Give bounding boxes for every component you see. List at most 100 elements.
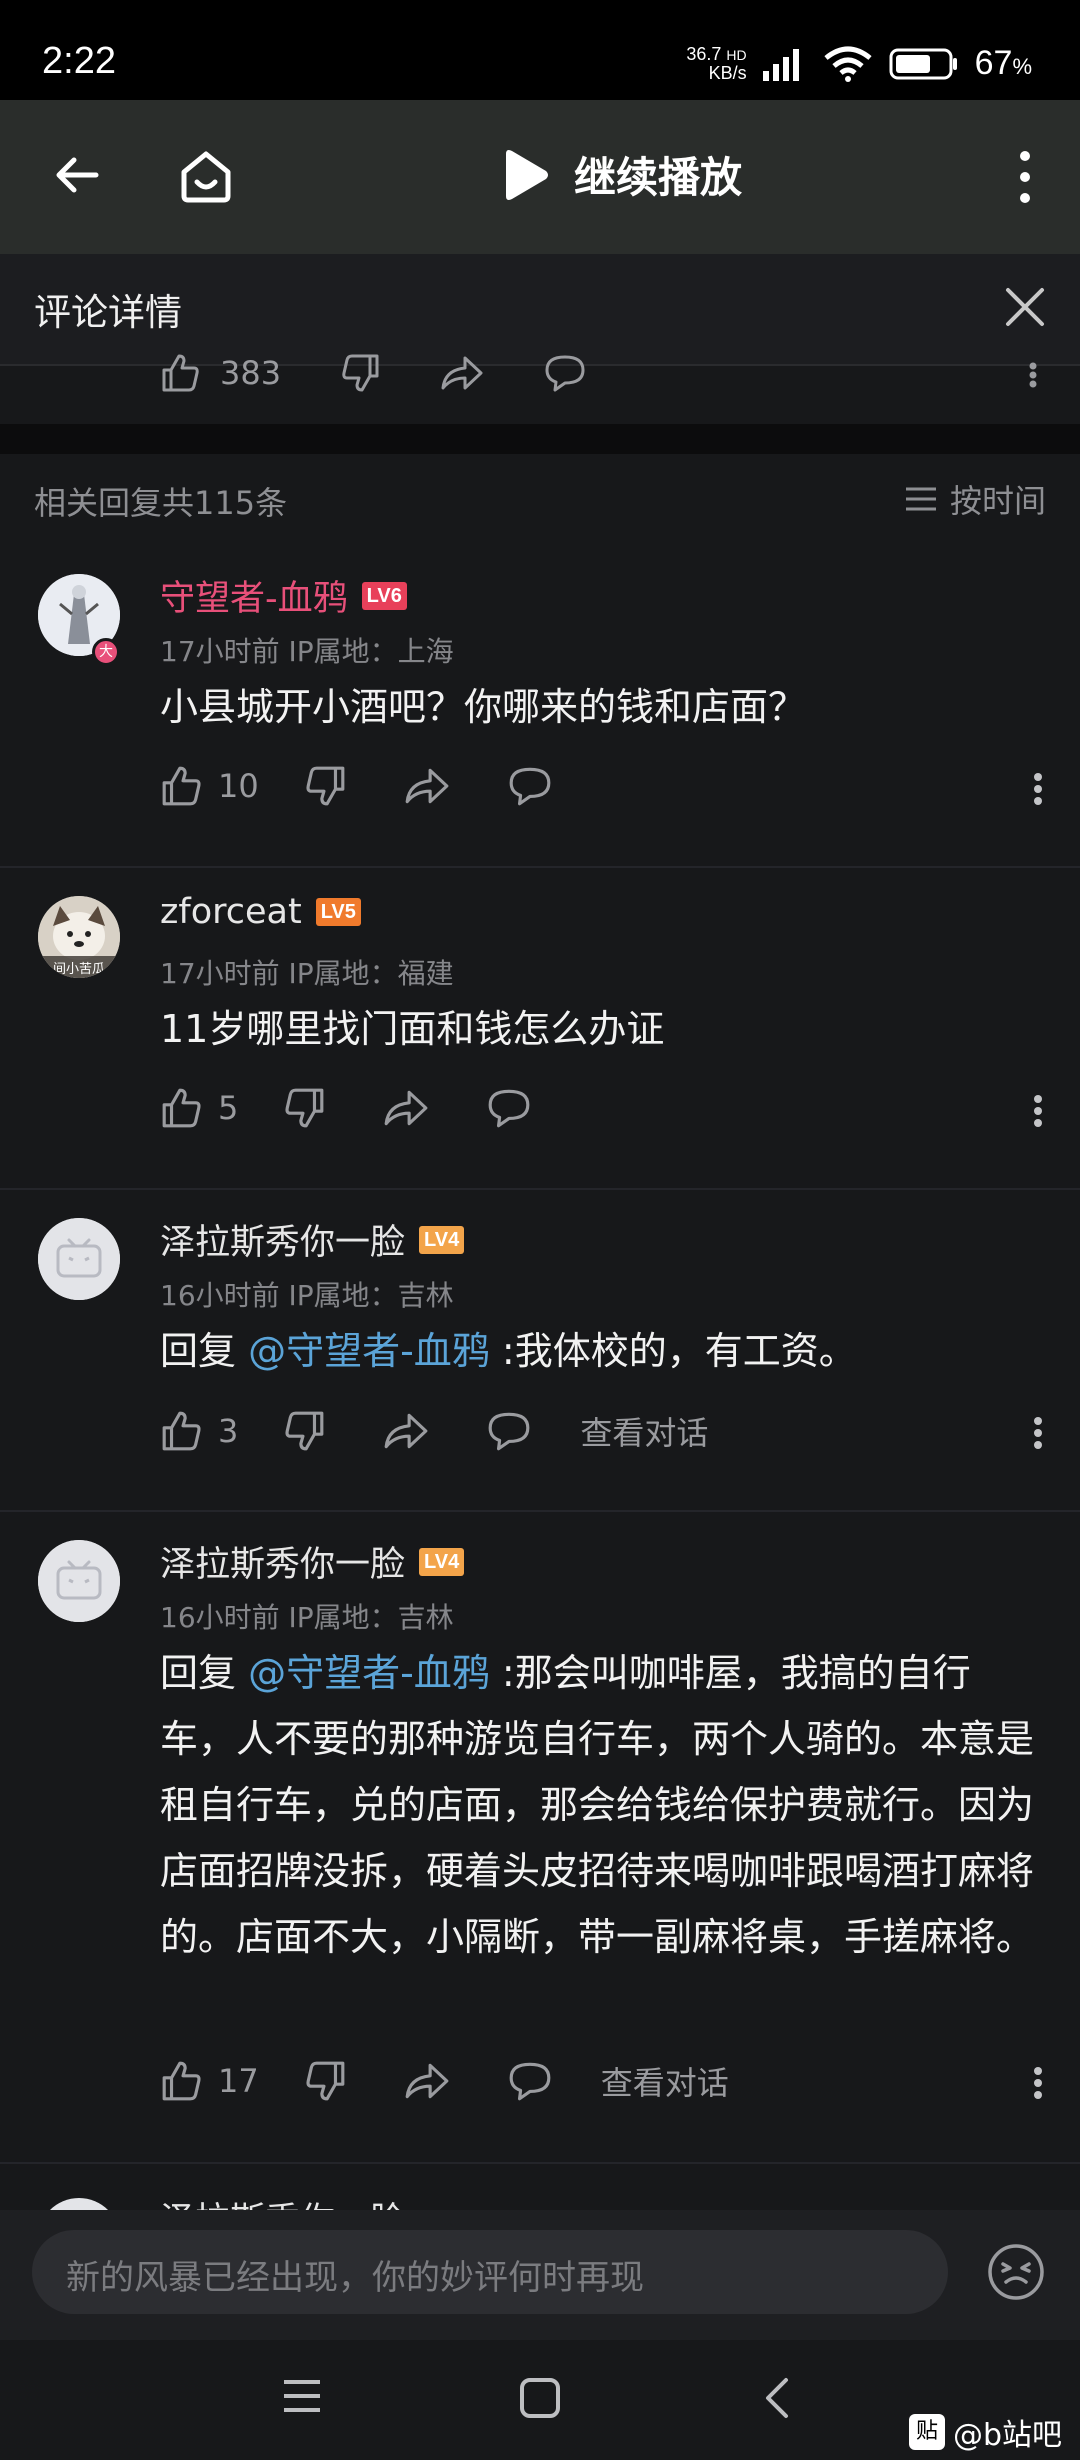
like-button[interactable]: 10	[160, 764, 259, 808]
comment-meta: 17小时前 IP属地：福建	[160, 957, 454, 990]
like-icon	[162, 2061, 201, 2101]
reply-body-rest: 车，人不要的那种游览自行车，两个人骑的。本意是租自行车，兑的店面，那会给钱给保护…	[160, 1717, 1035, 1959]
avatar[interactable]	[38, 1218, 120, 1300]
view-dialog-link[interactable]: 查看对话	[601, 2058, 729, 2104]
sort-by-time-button[interactable]: 按时间	[904, 476, 1046, 522]
back-arrow-icon[interactable]	[52, 150, 102, 200]
username[interactable]: 泽拉斯秀你一脸	[160, 1214, 405, 1265]
close-icon[interactable]	[1000, 282, 1050, 332]
comment-actions: 17 查看对话	[160, 2058, 729, 2104]
username[interactable]: zforceat	[160, 892, 302, 932]
dislike-icon[interactable]	[303, 764, 347, 808]
comment-text: 小县城开小酒吧？你哪来的钱和店面？	[160, 685, 807, 729]
comment-actions: 10	[160, 764, 553, 808]
more-icon[interactable]	[1032, 2066, 1044, 2100]
reply-icon[interactable]	[543, 353, 587, 393]
back-chevron-icon[interactable]	[762, 2376, 792, 2420]
like-count: 383	[220, 354, 282, 392]
default-avatar-tv-icon	[38, 1218, 120, 1300]
username[interactable]: 守望者-血鸦	[160, 570, 348, 621]
share-icon[interactable]	[439, 352, 485, 394]
section-divider	[0, 424, 1080, 454]
dislike-icon[interactable]	[339, 352, 381, 394]
home-icon[interactable]	[176, 146, 236, 206]
comment-meta: 16小时前 IP属地：吉林	[160, 1601, 454, 1634]
share-icon[interactable]	[382, 1409, 430, 1453]
mention-link[interactable]: @守望者-血鸦	[248, 1651, 490, 1695]
system-nav-bar: 贴 @b站吧	[0, 2340, 1080, 2460]
net-speed-unit: KB/s	[708, 63, 747, 83]
comment-input[interactable]: 新的风暴已经出现，你的妙评何时再现	[32, 2230, 948, 2314]
like-count: 5	[218, 1089, 239, 1127]
comment-item: 间小苦瓜 zforceat LV5 17小时前 IP属地：福建 11岁哪里找门面…	[0, 868, 1080, 1190]
level-badge: LV5	[315, 898, 361, 926]
comment-username-row: 泽拉斯秀你一脸 LV4	[160, 1214, 465, 1265]
more-icon[interactable]	[1028, 362, 1038, 388]
home-square-icon[interactable]	[518, 2376, 562, 2420]
comment-text: 回复 @守望者-血鸦 :我体校的，有工资。	[160, 1318, 1040, 1384]
comment-username-row: zforceat LV5	[160, 892, 361, 932]
level-badge: LV6	[361, 581, 407, 610]
share-icon[interactable]	[403, 764, 451, 808]
root-comment-actions: 383	[0, 354, 1080, 424]
wifi-icon	[824, 46, 872, 82]
comment-meta: 16小时前 IP属地：吉林	[160, 1279, 454, 1312]
mention-link[interactable]: @守望者-血鸦	[248, 1329, 490, 1373]
avatar[interactable]: 间小苦瓜	[38, 896, 120, 978]
tieba-logo: 贴	[908, 2414, 945, 2450]
battery-level: 67%	[975, 44, 1032, 83]
like-button[interactable]: 17	[160, 2059, 259, 2103]
reply-icon[interactable]	[507, 2060, 553, 2102]
sheet-header: 评论详情	[0, 254, 1080, 364]
like-button[interactable]: 5	[160, 1086, 238, 1130]
comment-username-row: 泽拉斯秀你一脸 LV4	[160, 1536, 465, 1587]
like-count: 17	[218, 2062, 259, 2100]
battery-unit: %	[1012, 54, 1032, 79]
like-icon	[162, 1411, 201, 1451]
status-indicators: 36.7 HD KB/s 67%	[686, 44, 1032, 83]
like-icon[interactable]	[160, 352, 202, 394]
dislike-icon[interactable]	[303, 2059, 347, 2103]
comment-detail-sheet: 评论详情 383 相关回复共115条 按时间 大 守望者-血鸦 LV6 17小时…	[0, 254, 1080, 2460]
more-icon[interactable]	[1032, 1416, 1044, 1450]
comment-item: 大 守望者-血鸦 LV6 17小时前 IP属地：上海 小县城开小酒吧？你哪来的钱…	[0, 546, 1080, 868]
watermark: 贴 @b站吧	[908, 2410, 1062, 2454]
comment-text: 回复 @守望者-血鸦 :那会叫咖啡屋，我搞的自行车，人不要的那种游览自行车，两个…	[160, 1640, 1040, 1970]
reply-icon[interactable]	[507, 765, 553, 807]
continue-play-button[interactable]: 继续播放	[500, 144, 742, 205]
comment-meta: 17小时前 IP属地：上海	[160, 635, 454, 668]
share-icon[interactable]	[403, 2059, 451, 2103]
level-badge: LV4	[419, 1225, 465, 1254]
like-count: 3	[218, 1412, 239, 1450]
username[interactable]: 泽拉斯秀你一脸	[160, 1536, 405, 1587]
share-icon[interactable]	[382, 1086, 430, 1130]
comment-actions: 3 查看对话	[160, 1408, 708, 1454]
reply-body: :我体校的，有工资。	[489, 1329, 857, 1373]
like-count: 10	[218, 767, 259, 805]
reply-body-line1: :那会叫咖啡屋，我搞的自行	[489, 1651, 971, 1695]
more-icon[interactable]	[1032, 772, 1044, 806]
menu-icon[interactable]	[280, 2376, 324, 2416]
view-dialog-link[interactable]: 查看对话	[580, 1408, 708, 1454]
vip-badge-icon: 大	[92, 638, 120, 666]
comment-text: 11岁哪里找门面和钱怎么办证	[160, 1007, 665, 1051]
watermark-text: @b站吧	[952, 2418, 1062, 2453]
reply-prefix: 回复	[160, 1651, 249, 1695]
dislike-icon[interactable]	[282, 1409, 326, 1453]
like-icon	[162, 1088, 201, 1128]
net-speed-value: 36.7	[686, 44, 722, 64]
net-speed: 36.7 HD KB/s	[686, 45, 746, 82]
dislike-icon[interactable]	[282, 1086, 326, 1130]
comment-username-row: 守望者-血鸦 LV6	[160, 570, 407, 621]
more-vertical-icon[interactable]	[1012, 150, 1038, 204]
reply-count: 相关回复共115条	[34, 484, 288, 522]
emoji-icon[interactable]	[986, 2242, 1046, 2302]
more-icon[interactable]	[1032, 1094, 1044, 1128]
like-button[interactable]: 3	[160, 1409, 238, 1453]
level-badge: LV4	[419, 1547, 465, 1576]
avatar[interactable]	[38, 1540, 120, 1622]
battery-value: 67	[974, 44, 1013, 82]
reply-icon[interactable]	[486, 1087, 532, 1129]
play-icon	[506, 149, 548, 200]
reply-icon[interactable]	[486, 1410, 532, 1452]
